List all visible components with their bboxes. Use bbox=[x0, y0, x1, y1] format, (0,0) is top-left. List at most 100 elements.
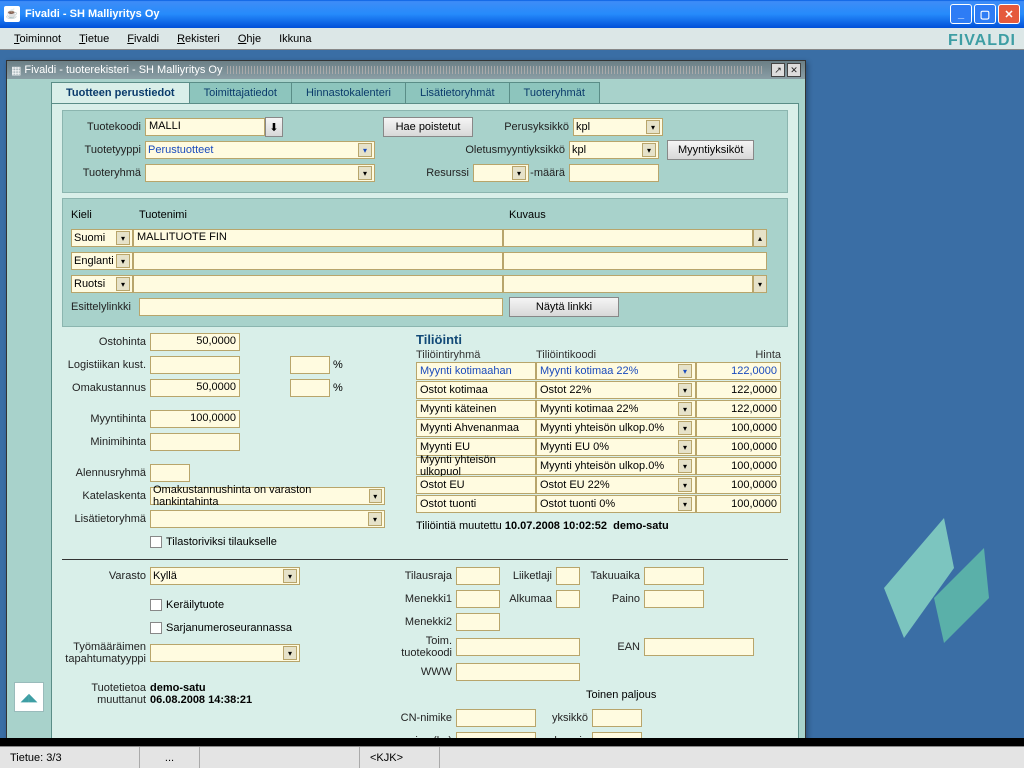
tiliointi-koodi-cell[interactable]: Myynti yhteisön ulkop.0%▾ bbox=[536, 457, 696, 475]
cnnimike-input[interactable] bbox=[456, 709, 536, 727]
maximize-button[interactable]: ▢ bbox=[974, 4, 996, 24]
myyntihinta-input[interactable]: 100,0000 bbox=[150, 410, 240, 428]
tiliointi-koodi-cell[interactable]: Myynti kotimaa 22%▾ bbox=[536, 362, 696, 380]
maara-input[interactable] bbox=[569, 164, 659, 182]
chevron-down-icon[interactable]: ▾ bbox=[678, 364, 692, 378]
tab-tuoteryhmat[interactable]: Tuoteryhmät bbox=[509, 82, 600, 103]
kuvaus-scroll-down-icon[interactable]: ▾ bbox=[753, 275, 767, 293]
omakustannus-input[interactable]: 50,0000 bbox=[150, 379, 240, 397]
tab-lisatietoryhmat[interactable]: Lisätietoryhmät bbox=[405, 82, 510, 103]
lang-englanti-select[interactable]: Englanti▾ bbox=[71, 252, 133, 270]
alennusryhma-input[interactable] bbox=[150, 464, 190, 482]
perusyksikko-select[interactable]: kpl▾ bbox=[573, 118, 663, 136]
tiliointi-ryhma-cell[interactable]: Myynti yhteisön ulkopuol bbox=[416, 457, 536, 475]
sarjanumero-checkbox[interactable] bbox=[150, 622, 162, 634]
lang-suomi-select[interactable]: Suomi▾ bbox=[71, 229, 133, 247]
menekki1-input[interactable] bbox=[456, 590, 500, 608]
oletusmyynti-select[interactable]: kpl▾ bbox=[569, 141, 659, 159]
kuvaus-scroll-up-icon[interactable]: ▴ bbox=[753, 229, 767, 247]
tiliointi-koodi-cell[interactable]: Myynti EU 0%▾ bbox=[536, 438, 696, 456]
tiliointi-hinta-cell[interactable]: 122,0000 bbox=[696, 381, 781, 399]
chevron-down-icon[interactable]: ▾ bbox=[678, 402, 692, 416]
tyomaaraimen-select[interactable]: ▾ bbox=[150, 644, 300, 662]
chevron-down-icon[interactable]: ▾ bbox=[678, 478, 692, 492]
ean-input[interactable] bbox=[644, 638, 754, 656]
tiliointi-hinta-cell[interactable]: 100,0000 bbox=[696, 457, 781, 475]
yksikko-input[interactable] bbox=[592, 709, 642, 727]
minimihinta-input[interactable] bbox=[150, 433, 240, 451]
mdi-restore-icon[interactable]: ↗ bbox=[771, 63, 785, 77]
tuotenimi-sv-input[interactable] bbox=[133, 275, 503, 293]
tiliointi-koodi-cell[interactable]: Ostot 22%▾ bbox=[536, 381, 696, 399]
tuotetyyppi-select[interactable]: Perustuotteet▾ bbox=[145, 141, 375, 159]
alkumaa-input[interactable] bbox=[556, 590, 580, 608]
tilausraja-input[interactable] bbox=[456, 567, 500, 585]
tiliointi-ryhma-cell[interactable]: Ostot kotimaa bbox=[416, 381, 536, 399]
tiliointi-ryhma-cell[interactable]: Myynti Ahvenanmaa bbox=[416, 419, 536, 437]
menu-fivaldi[interactable]: Fivaldi bbox=[119, 31, 167, 47]
lisatietoryhma-select[interactable]: ▾ bbox=[150, 510, 385, 528]
tiliointi-ryhma-cell[interactable]: Myynti käteinen bbox=[416, 400, 536, 418]
tuotenimi-en-input[interactable] bbox=[133, 252, 503, 270]
menu-ohje[interactable]: Ohje bbox=[230, 31, 269, 47]
resurssi-select[interactable]: ▾ bbox=[473, 164, 529, 182]
ostohinta-input[interactable]: 50,0000 bbox=[150, 333, 240, 351]
tuoteryhma-select[interactable]: ▾ bbox=[145, 164, 375, 182]
minimize-button[interactable]: _ bbox=[950, 4, 972, 24]
omakustannus-pct-input[interactable] bbox=[290, 379, 330, 397]
tiliointi-ryhma-cell[interactable]: Myynti kotimaahan bbox=[416, 362, 536, 380]
menekki2-input[interactable] bbox=[456, 613, 500, 631]
tiliointi-ryhma-cell[interactable]: Ostot EU bbox=[416, 476, 536, 494]
kuvaus-sv-input[interactable] bbox=[503, 275, 753, 293]
menu-tietue[interactable]: Tietue bbox=[71, 31, 117, 47]
kerailytuote-checkbox[interactable] bbox=[150, 599, 162, 611]
chevron-down-icon[interactable]: ▾ bbox=[678, 383, 692, 397]
nayta-linkki-button[interactable]: Näytä linkki bbox=[509, 297, 619, 317]
varasto-select[interactable]: Kyllä▾ bbox=[150, 567, 300, 585]
tiliointi-hinta-cell[interactable]: 122,0000 bbox=[696, 400, 781, 418]
tiliointi-koodi-cell[interactable]: Myynti yhteisön ulkop.0%▾ bbox=[536, 419, 696, 437]
esittelylinkki-input[interactable] bbox=[139, 298, 503, 316]
paino-input[interactable] bbox=[644, 590, 704, 608]
hae-poistetut-button[interactable]: Hae poistetut bbox=[383, 117, 473, 137]
tiliointi-hinta-cell[interactable]: 100,0000 bbox=[696, 419, 781, 437]
mdi-title: Fivaldi - tuoterekisteri - SH Malliyrity… bbox=[24, 64, 222, 76]
www-input[interactable] bbox=[456, 663, 580, 681]
menu-toiminnot[interactable]: Toiminnot bbox=[6, 31, 69, 47]
takuuaika-input[interactable] bbox=[644, 567, 704, 585]
logistiikan-pct-input[interactable] bbox=[290, 356, 330, 374]
kuvaus-en-input[interactable] bbox=[503, 252, 767, 270]
tiliointi-koodi-cell[interactable]: Ostot tuonti 0%▾ bbox=[536, 495, 696, 513]
kuvaus-fi-input[interactable] bbox=[503, 229, 753, 247]
close-button[interactable]: ✕ bbox=[998, 4, 1020, 24]
tiliointi-hinta-cell[interactable]: 122,0000 bbox=[696, 362, 781, 380]
mdi-close-icon[interactable]: ✕ bbox=[787, 63, 801, 77]
tuotekoodi-input[interactable]: MALLI bbox=[145, 118, 265, 136]
tiliointi-koodi-cell[interactable]: Myynti kotimaa 22%▾ bbox=[536, 400, 696, 418]
tilastoriviksi-checkbox[interactable] bbox=[150, 536, 162, 548]
chevron-down-icon[interactable]: ▾ bbox=[678, 440, 692, 454]
tiliointi-hinta-cell[interactable]: 100,0000 bbox=[696, 476, 781, 494]
tiliointi-koodi-cell[interactable]: Ostot EU 22%▾ bbox=[536, 476, 696, 494]
tiliointi-hinta-cell[interactable]: 100,0000 bbox=[696, 438, 781, 456]
myyntiyksikot-button[interactable]: Myyntiyksiköt bbox=[667, 140, 754, 160]
tiliointi-ryhma-cell[interactable]: Ostot tuonti bbox=[416, 495, 536, 513]
fivaldi-logo-icon: ◢◣ bbox=[14, 682, 44, 712]
chevron-down-icon[interactable]: ▾ bbox=[678, 459, 692, 473]
chevron-down-icon[interactable]: ▾ bbox=[678, 497, 692, 511]
chevron-down-icon[interactable]: ▾ bbox=[678, 421, 692, 435]
toimtuotekoodi-input[interactable] bbox=[456, 638, 580, 656]
tuotenimi-fi-input[interactable]: MALLITUOTE FIN bbox=[133, 229, 503, 247]
lbl-esittelylinkki: Esittelylinkki bbox=[71, 301, 139, 313]
tiliointi-hinta-cell[interactable]: 100,0000 bbox=[696, 495, 781, 513]
tab-toimittajatiedot[interactable]: Toimittajatiedot bbox=[189, 82, 292, 103]
tab-perustiedot[interactable]: Tuotteen perustiedot bbox=[51, 82, 190, 103]
logistiikan-input[interactable] bbox=[150, 356, 240, 374]
menu-ikkuna[interactable]: Ikkuna bbox=[271, 31, 319, 47]
liiketlaji-input[interactable] bbox=[556, 567, 580, 585]
tab-hinnastokalenteri[interactable]: Hinnastokalenteri bbox=[291, 82, 406, 103]
lang-ruotsi-select[interactable]: Ruotsi▾ bbox=[71, 275, 133, 293]
menu-rekisteri[interactable]: Rekisteri bbox=[169, 31, 228, 47]
katelaskenta-select[interactable]: Omakustannushinta on varaston hankintahi… bbox=[150, 487, 385, 505]
tuotekoodi-lookup-icon[interactable]: ⬇ bbox=[265, 117, 283, 137]
